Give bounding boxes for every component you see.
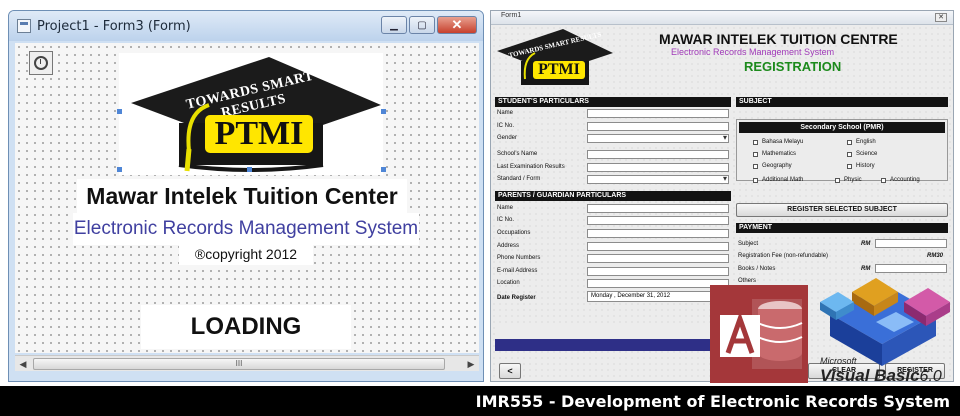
heading-label[interactable]: Mawar Intelek Tuition Center bbox=[77, 179, 407, 213]
phone-label: Phone Numbers bbox=[497, 255, 541, 261]
designer-title: Project1 - Form3 (Form) bbox=[37, 18, 191, 34]
form-icon bbox=[17, 19, 31, 33]
parent-name-field[interactable] bbox=[587, 204, 729, 213]
centre-title: MAWAR INTELEK TUITION CENTRE bbox=[659, 31, 898, 47]
student-ic-field[interactable] bbox=[587, 122, 729, 131]
register-subject-button[interactable]: REGISTER SELECTED SUBJECT bbox=[736, 203, 948, 217]
payment-subject-field[interactable] bbox=[875, 239, 947, 248]
books-notes-label: Books / Notes bbox=[738, 266, 776, 272]
student-name-field[interactable] bbox=[587, 109, 729, 118]
subject-english-checkbox[interactable]: English bbox=[847, 139, 876, 145]
student-ic-label: IC No. bbox=[497, 123, 515, 129]
access-logo-icon bbox=[710, 285, 808, 383]
others-label: Others bbox=[738, 278, 757, 284]
timer-control-icon[interactable] bbox=[29, 51, 53, 75]
ptmi-logo-small: TOWARDS SMART RESULTS PTMI bbox=[493, 29, 615, 91]
email-field[interactable] bbox=[587, 267, 729, 276]
subject-history-checkbox[interactable]: History bbox=[847, 163, 875, 169]
student-section-header: STUDENT'S PARTICULARS bbox=[495, 97, 731, 107]
exam-results-label: Last Examination Results bbox=[497, 164, 565, 170]
registration-fee-amount: RM30 bbox=[927, 253, 944, 259]
vb-product-label: Visual Basic6.0 bbox=[820, 366, 942, 385]
horizontal-scrollbar[interactable]: ◀ III ▶ bbox=[15, 355, 479, 371]
centre-subtitle: Electronic Records Management System bbox=[671, 47, 835, 57]
school-name-label: School's Name bbox=[497, 151, 538, 157]
phone-field[interactable] bbox=[587, 254, 729, 263]
registration-title: REGISTRATION bbox=[744, 59, 842, 74]
ptmi-logo[interactable]: TOWARDS SMART RESULTS PTMI bbox=[119, 53, 383, 175]
payment-subject-label: Subject bbox=[738, 241, 759, 247]
subheading-label[interactable]: Electronic Records Management System bbox=[73, 213, 419, 245]
minimize-button[interactable]: ▁ bbox=[381, 16, 407, 34]
loading-label[interactable]: LOADING bbox=[141, 305, 351, 349]
clear-strip-label: CLEA bbox=[495, 325, 743, 337]
parent-ic-label: IC No. bbox=[497, 217, 515, 223]
scroll-thumb[interactable]: III bbox=[33, 358, 445, 370]
occupation-field[interactable] bbox=[587, 229, 729, 238]
standard-label: Standard / Form bbox=[497, 176, 541, 182]
copyright-label[interactable]: ®copyright 2012 bbox=[179, 243, 313, 265]
footer-caption: IMR555 - Development of Electronic Recor… bbox=[475, 392, 950, 411]
address-label: Address bbox=[497, 243, 520, 249]
payment-section-header: PAYMENT bbox=[736, 223, 948, 233]
registration-titlebar[interactable]: Form1 ✕ bbox=[491, 11, 953, 25]
vb-microsoft-label: Microsoft bbox=[820, 356, 857, 366]
date-register-label: Date Register bbox=[497, 295, 536, 301]
logo-ptmi-text-small: PTMI bbox=[533, 61, 585, 79]
student-gender-select[interactable] bbox=[587, 133, 729, 143]
subject-geography-checkbox[interactable]: Geography bbox=[753, 163, 792, 169]
scroll-left-icon[interactable]: ◀ bbox=[15, 356, 31, 372]
occupation-label: Occupations bbox=[497, 230, 531, 236]
school-name-field[interactable] bbox=[587, 150, 729, 159]
parent-section-header: PARENTS / GUARDIAN PARTICULARS bbox=[495, 191, 731, 201]
subject-accounting-checkbox[interactable]: Accounting bbox=[881, 177, 920, 183]
subject-addmath-checkbox[interactable]: Additional Math bbox=[753, 177, 803, 183]
screen: Project1 - Form3 (Form) ▁ ▢ ✕ TOWARDS SM… bbox=[0, 0, 960, 416]
student-name-label: Name bbox=[497, 110, 514, 116]
back-button[interactable]: < bbox=[499, 363, 521, 379]
designer-titlebar[interactable]: Project1 - Form3 (Form) ▁ ▢ ✕ bbox=[9, 11, 483, 41]
footer-bar: IMR555 - Development of Electronic Recor… bbox=[0, 386, 960, 416]
subject-section-header: SUBJECT bbox=[736, 97, 948, 107]
designer-window: Project1 - Form3 (Form) ▁ ▢ ✕ TOWARDS SM… bbox=[8, 10, 484, 382]
subject-math-checkbox[interactable]: Mathematics bbox=[753, 151, 796, 157]
date-register-picker[interactable]: Monday , December 31, 2012 bbox=[587, 290, 729, 302]
selection-handle[interactable] bbox=[381, 167, 386, 172]
selection-handle[interactable] bbox=[247, 167, 252, 172]
parent-name-label: Name bbox=[497, 205, 514, 211]
standard-select[interactable] bbox=[587, 174, 729, 184]
exam-results-field[interactable] bbox=[587, 163, 729, 172]
selection-handle[interactable] bbox=[117, 109, 122, 114]
subject-panel-title: Secondary School (PMR) bbox=[739, 122, 945, 133]
subject-panel: Secondary School (PMR) Bahasa Melayu Mat… bbox=[736, 119, 948, 181]
registration-fee-label: Registration Fee (non-refundable) bbox=[738, 253, 829, 259]
parent-ic-field[interactable] bbox=[587, 216, 729, 225]
scroll-right-icon[interactable]: ▶ bbox=[463, 356, 479, 372]
location-field[interactable] bbox=[587, 279, 729, 288]
selection-handle[interactable] bbox=[381, 109, 386, 114]
location-label: Location bbox=[497, 280, 520, 286]
registration-window-title: Form1 bbox=[501, 12, 522, 19]
subject-bm-checkbox[interactable]: Bahasa Melayu bbox=[753, 139, 803, 145]
payment-subject-rm: RM bbox=[861, 241, 871, 247]
address-field[interactable] bbox=[587, 242, 729, 251]
maximize-button[interactable]: ▢ bbox=[409, 16, 435, 34]
selection-handle[interactable] bbox=[117, 167, 122, 172]
email-label: E-mail Address bbox=[497, 268, 538, 274]
close-icon[interactable]: ✕ bbox=[935, 13, 947, 22]
close-button[interactable]: ✕ bbox=[437, 16, 477, 34]
subject-science-checkbox[interactable]: Science bbox=[847, 151, 877, 157]
design-form-canvas[interactable]: TOWARDS SMART RESULTS PTMI Mawar Intelek… bbox=[15, 43, 479, 353]
student-gender-label: Gender bbox=[497, 135, 518, 141]
logo-ptmi-text: PTMI bbox=[205, 115, 313, 153]
progress-bar-label: O bbox=[495, 339, 737, 351]
subject-physic-checkbox[interactable]: Physic bbox=[835, 177, 862, 183]
